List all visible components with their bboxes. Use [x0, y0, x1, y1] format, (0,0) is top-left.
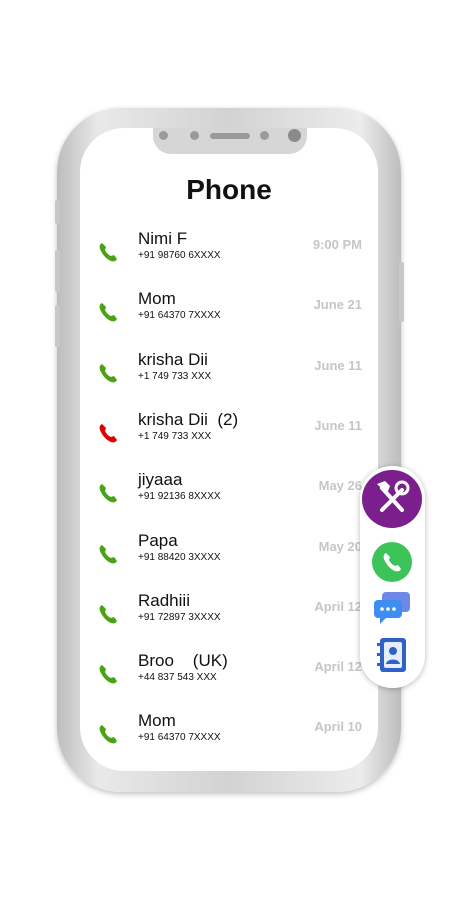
contact-number: +1 749 733 XXX [138, 430, 212, 442]
contact-name: Broo (UK) [138, 651, 228, 671]
sensor-dot [190, 131, 199, 140]
contact-name: Papa [138, 530, 178, 550]
call-received-icon [99, 303, 117, 322]
call-list-item[interactable]: Nimi F +91 98760 6XXXX 9:00 PM [80, 229, 378, 301]
call-list-item[interactable]: krisha Dii (2) +1 749 733 XXX June 11 [80, 410, 378, 482]
contacts-app-button[interactable] [374, 636, 410, 676]
call-time: April 10 [314, 719, 362, 735]
call-time: May 20 [318, 538, 362, 554]
tools-button[interactable] [362, 470, 422, 528]
call-time: 9:00 PM [312, 237, 362, 252]
call-list-item[interactable]: jiyaaa +91 92136 8XXXX May 26 [80, 470, 378, 542]
call-received-icon [99, 725, 117, 744]
contact-number: +91 88420 3XXXX [138, 551, 221, 563]
call-time: June 11 [314, 357, 362, 373]
contact-number: +44 837 543 XXX [138, 672, 217, 684]
messages-app-button[interactable] [372, 590, 412, 626]
volume-button [55, 200, 60, 224]
messages-icon [374, 592, 410, 624]
speaker-grille [210, 133, 250, 139]
contact-number: +1 749 733 XXX [138, 370, 212, 382]
contacts-icon [377, 638, 406, 672]
call-time: June 11 [314, 417, 362, 433]
volume-up-button [55, 250, 60, 292]
call-list-item[interactable]: Mom +91 64370 7XXXX June 21 [80, 289, 378, 361]
call-list-item[interactable]: Radhiii +91 72897 3XXXX April 12 [80, 591, 378, 663]
contact-name: jiyaaa [138, 470, 183, 490]
contact-name: Mom [138, 711, 176, 731]
call-received-icon [99, 544, 117, 563]
notch [153, 128, 307, 154]
call-received-icon [99, 665, 117, 684]
contact-number: +91 98760 6XXXX [138, 250, 221, 261]
missed-call-icon [99, 423, 117, 443]
contact-name: krisha Dii (2) [138, 409, 239, 429]
contact-number: +91 72897 3XXXX [138, 611, 221, 623]
volume-down-button [55, 305, 60, 347]
sensor-dot [159, 131, 168, 140]
call-received-icon [99, 243, 117, 262]
call-time: April 12 [314, 598, 362, 614]
contact-number: +91 64370 7XXXX [138, 310, 221, 322]
contact-number: +91 64370 7XXXX [138, 732, 221, 744]
contact-name: Radhiii [138, 590, 190, 610]
page-title: Phone [186, 174, 272, 205]
contact-number: +91 92136 8XXXX [138, 491, 221, 503]
front-camera [288, 129, 301, 142]
call-list-item[interactable]: Broo (UK) +44 837 543 XXX April 12 [80, 651, 378, 723]
call-time: May 26 [318, 478, 362, 494]
call-list-item[interactable]: Mom +91 64370 7XXXX April 10 [80, 711, 378, 783]
tools-icon [377, 480, 410, 512]
phone-icon [383, 553, 401, 572]
contact-name: krisha Dii [138, 349, 208, 369]
call-received-icon [99, 363, 117, 382]
phone-app-button[interactable] [372, 542, 412, 582]
contact-name: Mom [138, 289, 176, 309]
call-time: April 12 [314, 659, 362, 675]
power-button [399, 262, 404, 322]
call-received-icon [99, 484, 117, 503]
sensor-dot [260, 131, 269, 140]
call-list-item[interactable]: Papa +91 88420 3XXXX May 20 [80, 531, 378, 603]
call-received-icon [99, 604, 117, 624]
call-time: June 21 [313, 297, 362, 313]
contact-name: Nimi F [138, 229, 188, 248]
